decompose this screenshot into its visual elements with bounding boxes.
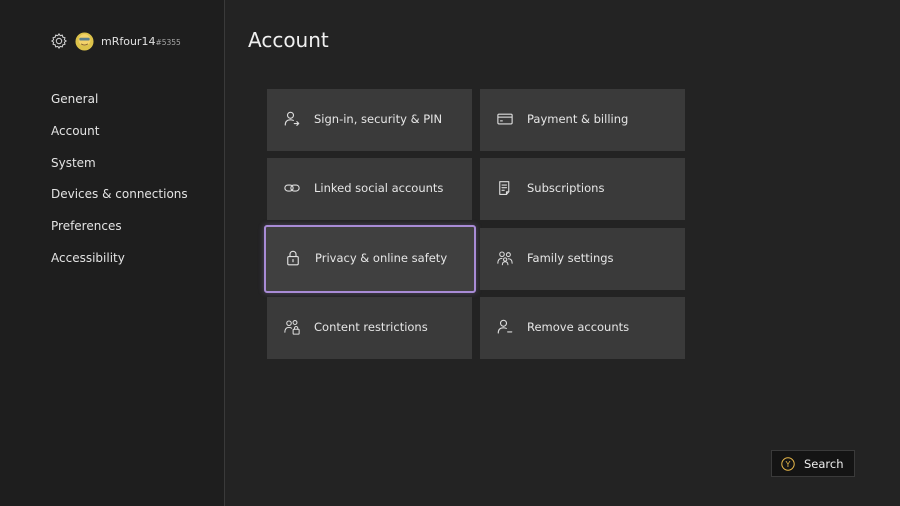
user-bar: mRfour14#5355 [50,30,181,52]
page-title: Account [248,28,329,52]
tile-label: Payment & billing [527,112,629,126]
sidebar-nav: General Account System Devices & connect… [51,88,188,279]
lock-icon [284,249,302,267]
document-list-icon [496,179,514,197]
gamertag-suffix: #5355 [155,37,181,47]
tile-content-restrictions[interactable]: Content restrictions [267,297,472,359]
tile-linked-social-accounts[interactable]: Linked social accounts [267,158,472,220]
tile-label: Privacy & online safety [315,251,448,265]
tile-payment-billing[interactable]: Payment & billing [480,89,685,151]
avatar[interactable] [75,31,94,51]
tile-label: Subscriptions [527,181,605,195]
y-button-icon: Y [781,456,795,471]
tile-label: Content restrictions [314,320,428,334]
person-remove-icon [496,318,514,336]
gamertag: mRfour14#5355 [101,35,181,48]
tile-label: Family settings [527,251,614,265]
search-label: Search [804,456,844,471]
sidebar-item-general[interactable]: General [51,88,188,120]
people-lock-icon [283,318,301,336]
tile-label: Sign-in, security & PIN [314,112,443,126]
search-button[interactable]: Y Search [771,450,855,477]
tile-privacy-online-safety[interactable]: Privacy & online safety [264,225,476,293]
tile-family-settings[interactable]: Family settings [480,228,685,290]
gear-icon[interactable] [50,32,68,50]
tile-label: Linked social accounts [314,181,444,195]
y-button-glyph: Y [785,460,791,469]
tile-label: Remove accounts [527,320,630,334]
settings-screen: mRfour14#5355 General Account System Dev… [0,0,900,506]
person-arrow-icon [283,110,301,128]
family-icon [496,249,514,267]
tile-remove-accounts[interactable]: Remove accounts [480,297,685,359]
sidebar-item-devices-connections[interactable]: Devices & connections [51,183,188,215]
gamertag-name: mRfour14 [101,34,156,48]
tile-sign-in-security-pin[interactable]: Sign-in, security & PIN [267,89,472,151]
sidebar-item-system[interactable]: System [51,152,188,184]
tile-subscriptions[interactable]: Subscriptions [480,158,685,220]
sidebar: mRfour14#5355 General Account System Dev… [0,0,225,506]
sidebar-item-preferences[interactable]: Preferences [51,215,188,247]
sidebar-item-accessibility[interactable]: Accessibility [51,247,188,279]
credit-card-icon [496,110,514,128]
link-icon [283,179,301,197]
sidebar-item-account[interactable]: Account [51,120,188,152]
